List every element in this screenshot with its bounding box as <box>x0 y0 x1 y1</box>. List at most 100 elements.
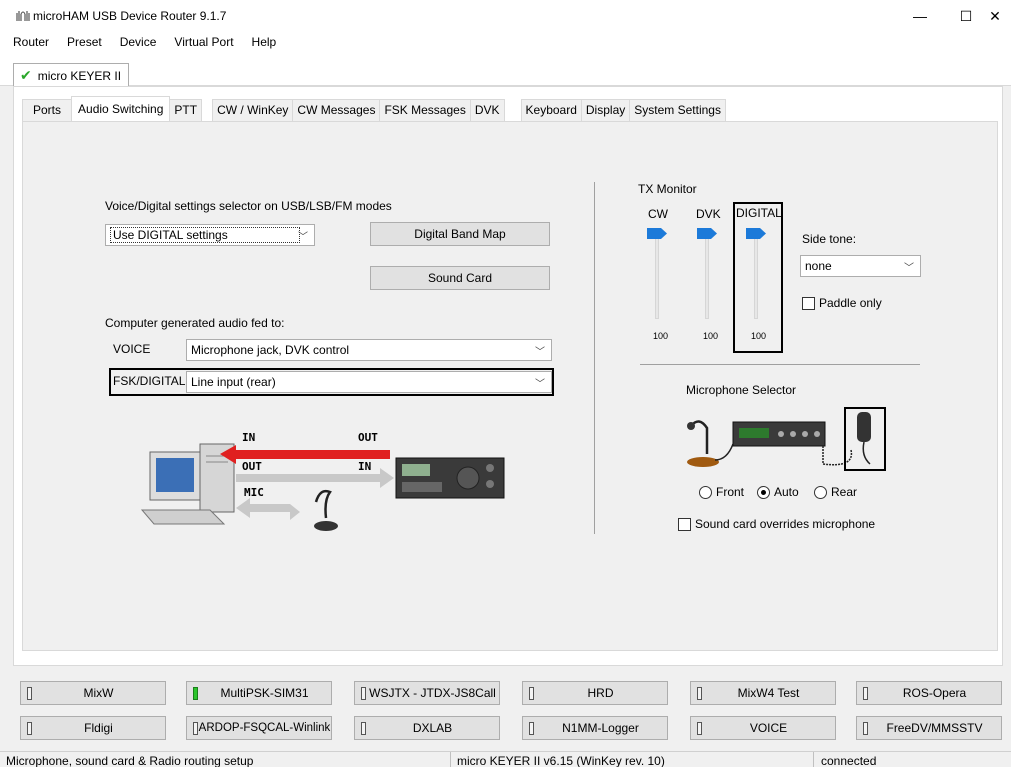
diagram-in-top: IN <box>242 431 256 444</box>
tx-slider-dvk-track[interactable] <box>705 233 709 319</box>
tx-slider-digital-track[interactable] <box>754 233 758 319</box>
computer-audio-label: Computer generated audio fed to: <box>105 316 285 330</box>
diagram-mic: MIC <box>244 486 264 499</box>
router-button-multipsk[interactable]: MultiPSK-SIM31 <box>186 681 332 705</box>
desk-mic-icon <box>687 420 719 467</box>
radio-front[interactable] <box>699 485 712 499</box>
computer-icon <box>140 443 235 525</box>
digital-band-map-button[interactable]: Digital Band Map <box>370 222 550 246</box>
tx-slider-cw-value: 100 <box>653 331 669 341</box>
tab-system-settings[interactable]: System Settings <box>629 99 726 121</box>
router-button-mixw[interactable]: MixW <box>20 681 166 705</box>
tx-slider-dvk-value: 100 <box>703 331 719 341</box>
menu-virtual-port[interactable]: Virtual Port <box>162 32 239 52</box>
voice-label: VOICE <box>113 342 151 356</box>
window-title: microHAM USB Device Router 9.1.7 <box>33 9 227 23</box>
tx-slider-dvk-label: DVK <box>696 207 721 221</box>
chevron-down-icon: ﹀ <box>535 347 545 358</box>
device-tab-label: micro KEYER II <box>37 68 122 83</box>
tx-slider-digital-label: DIGITAL <box>736 206 782 220</box>
title-bar: microHAM USB Device Router 9.1.7 — ☐ ✕ <box>0 0 1011 32</box>
router-button-voice[interactable]: VOICE <box>690 716 836 740</box>
tab-display[interactable]: Display <box>580 99 631 121</box>
tx-monitor-title: TX Monitor <box>638 182 697 196</box>
hand-mic-icon <box>857 412 871 465</box>
router-button-hrd[interactable]: HRD <box>522 681 668 705</box>
microphone-icon <box>314 489 338 531</box>
router-button-mixw4[interactable]: MixW4 Test <box>690 681 836 705</box>
selector-label: Voice/Digital settings selector on USB/L… <box>105 199 392 213</box>
router-button-wsjtx[interactable]: WSJTX - JTDX-JS8Call <box>354 681 500 705</box>
sound-card-override-checkbox[interactable]: Sound card overrides microphone <box>678 517 875 531</box>
sound-card-button[interactable]: Sound Card <box>370 266 550 290</box>
router-button-dxlab[interactable]: DXLAB <box>354 716 500 740</box>
router-button-ros-opera[interactable]: ROS-Opera <box>856 681 1002 705</box>
status-bar: Microphone, sound card & Radio routing s… <box>0 751 1011 767</box>
close-button[interactable]: ✕ <box>979 0 1011 32</box>
section-divider <box>594 182 595 534</box>
menu-device[interactable]: Device <box>108 32 163 52</box>
status-connection: connected <box>821 754 877 767</box>
tx-slider-cw-label: CW <box>648 207 668 221</box>
mode-selector-value: Use DIGITAL settings <box>110 227 300 243</box>
minimize-button[interactable]: — <box>897 0 943 32</box>
settings-tabs: Ports Audio Switching PTT CW / WinKey CW… <box>22 96 726 121</box>
menu-help[interactable]: Help <box>240 32 283 52</box>
tab-fsk-messages[interactable]: FSK Messages <box>379 99 471 121</box>
mic-radio-front[interactable]: Front <box>699 485 744 499</box>
tab-cw-messages[interactable]: CW Messages <box>292 99 381 121</box>
diagram-out-mid: OUT <box>242 460 262 473</box>
tx-slider-digital-value: 100 <box>751 331 767 341</box>
tab-ptt[interactable]: PTT <box>169 99 203 121</box>
device-tab-micro-keyer[interactable]: ✔ micro KEYER II <box>13 63 129 87</box>
status-separator <box>450 752 451 767</box>
mode-selector-dropdown[interactable]: Use DIGITAL settings ﹀ <box>105 224 315 246</box>
router-button-n1mm[interactable]: N1MM-Logger <box>522 716 668 740</box>
app-icon <box>16 9 30 23</box>
fsk-label: FSK/DIGITAL <box>113 374 186 388</box>
routing-diagram: IN OUT OUT IN MIC <box>140 430 510 540</box>
tx-mic-separator <box>640 364 920 365</box>
radio-auto-label: Auto <box>774 485 799 499</box>
voice-value: Microphone jack, DVK control <box>191 343 350 357</box>
mic-radio-auto[interactable]: Auto <box>757 485 799 499</box>
keyer-box-icon <box>732 421 826 447</box>
tab-dvk[interactable]: DVK <box>469 99 505 121</box>
status-middle: micro KEYER II v6.15 (WinKey rev. 10) <box>457 754 665 767</box>
mic-selector-title: Microphone Selector <box>686 383 797 397</box>
device-tab-strip <box>0 52 1011 86</box>
tx-slider-cw-track[interactable] <box>655 233 659 319</box>
menu-bar: Router Preset Device Virtual Port Help <box>0 32 1011 52</box>
menu-preset[interactable]: Preset <box>55 32 108 52</box>
router-button-fldigi[interactable]: Fldigi <box>20 716 166 740</box>
check-icon: ✔ <box>20 67 32 83</box>
voice-dropdown[interactable]: Microphone jack, DVK control ﹀ <box>186 339 552 361</box>
fsk-dropdown[interactable]: Line input (rear) ﹀ <box>186 371 552 393</box>
radio-auto[interactable] <box>757 485 770 499</box>
chevron-down-icon: ﹀ <box>904 263 914 274</box>
router-button-ardop[interactable]: ARDOP-FSQCAL-Winlink <box>186 716 332 740</box>
side-tone-dropdown[interactable]: none ﹀ <box>800 255 921 277</box>
sound-card-override-label: Sound card overrides microphone <box>695 517 876 531</box>
radio-rear[interactable] <box>814 485 827 499</box>
mic-radio-rear[interactable]: Rear <box>814 485 857 499</box>
tab-keyboard[interactable]: Keyboard <box>520 99 582 121</box>
router-button-freedv[interactable]: FreeDV/MMSSTV <box>856 716 1002 740</box>
menu-router[interactable]: Router <box>0 32 55 52</box>
status-separator <box>813 752 814 767</box>
radio-front-label: Front <box>716 485 745 499</box>
diagram-in-mid: IN <box>358 460 372 473</box>
radio-rear-label: Rear <box>831 485 858 499</box>
checkbox-box[interactable] <box>802 296 815 310</box>
side-tone-label: Side tone: <box>802 232 857 246</box>
status-left: Microphone, sound card & Radio routing s… <box>6 754 254 767</box>
tab-cw-winkey[interactable]: CW / WinKey <box>212 99 294 121</box>
tab-ports[interactable]: Ports <box>22 99 73 121</box>
tab-audio-switching[interactable]: Audio Switching <box>71 96 171 121</box>
fsk-value: Line input (rear) <box>191 375 276 389</box>
chevron-down-icon: ﹀ <box>535 379 545 390</box>
paddle-only-label: Paddle only <box>819 296 882 310</box>
paddle-only-checkbox[interactable]: Paddle only <box>802 296 882 310</box>
mic-selector-diagram <box>675 404 895 474</box>
checkbox-box[interactable] <box>678 517 691 531</box>
